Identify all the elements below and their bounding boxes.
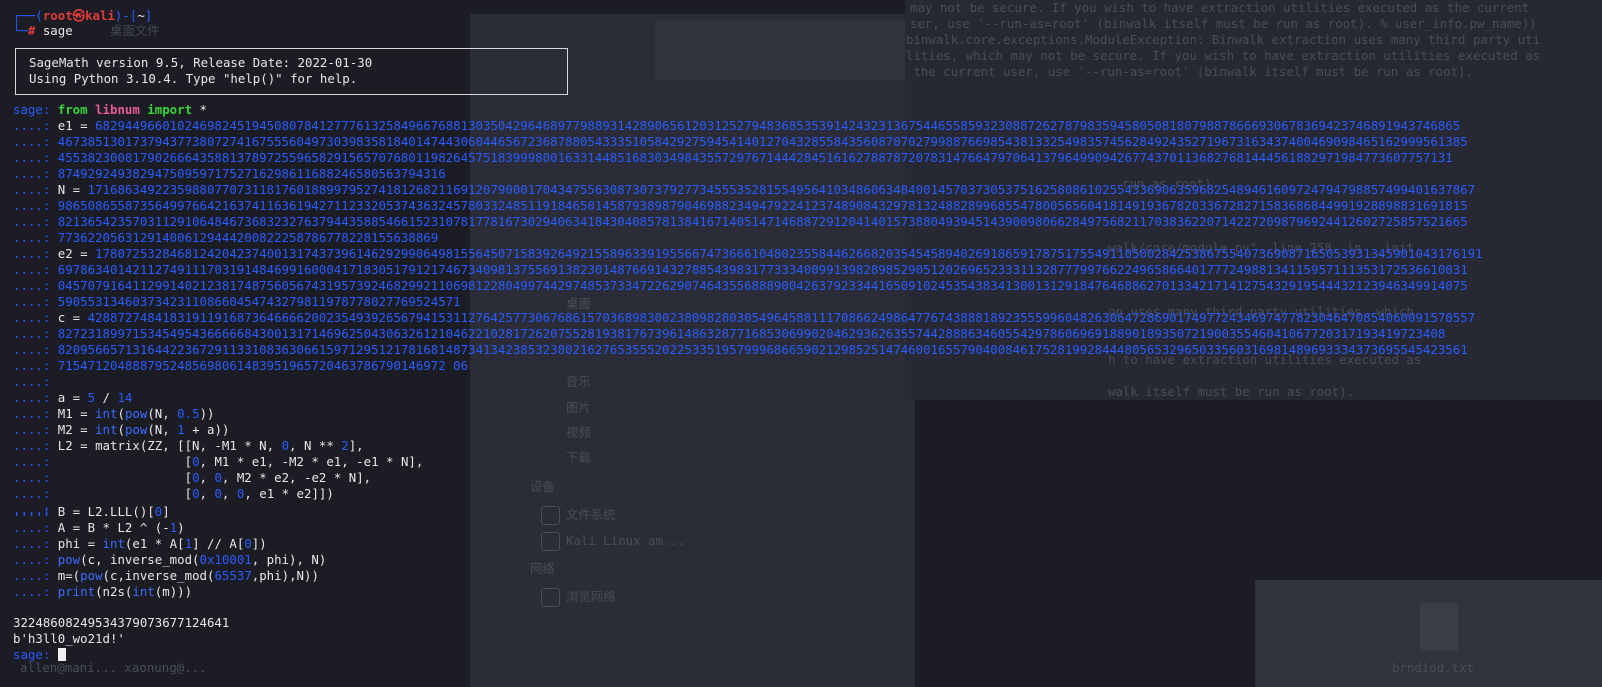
code-line-e2: ....: e2 = 17807253284681242042374001317…	[13, 246, 1483, 261]
terminal[interactable]: ┌──(root㉿kali)-[~] └─# sage 桌面文件 SageMat…	[0, 0, 1602, 687]
output-number: 32248608249534379073677124641	[13, 615, 230, 630]
banner-python: Using Python 3.10.4. Type "help()" for h…	[29, 71, 358, 86]
code-line-a: ....: a = 5 / 14	[13, 390, 133, 405]
code-line-m2: ....: M2 = int(pow(N, 1 + a))	[13, 422, 230, 437]
code-line-e2-cont: ....: 5905531346037342311086604547432798…	[13, 294, 461, 309]
prompt-user: root㉿kali	[42, 8, 115, 23]
code-line-pow: ....: pow(c, inverse_mod(0x10001, phi), …	[13, 552, 327, 567]
code-line-phi: ....: phi = int(e1 * A[1] // A[0])	[13, 536, 267, 551]
code-line-n-cont: ....: 8213654235703112910648467368323276…	[13, 214, 1468, 229]
code-line-n-cont: ....: 9865086558735649976642163741163619…	[13, 198, 1468, 213]
code-line-l2-row3: ....: [0, 0, M2 * e2, -e2 * N],	[13, 470, 372, 485]
code-line-print: ....: print(n2s(int(m)))	[13, 584, 193, 599]
code-line-c-cont: ....: 8272318997153454954366666843001317…	[13, 326, 1446, 341]
code-line-l2-row2: ....: [0, M1 * e1, -M2 * e1, -e1 * N],	[13, 454, 424, 469]
shell-prompt-line: ┌──(root㉿kali)-[~]	[13, 8, 153, 23]
code-line-import: sage: from libnum import *	[13, 102, 207, 117]
code-line-n: ....: N = 171686349223598807707311817601…	[13, 182, 1476, 197]
code-line-n-cont: ....: 7736220563129140061294442008222587…	[13, 230, 439, 245]
code-line-empty: ....:	[13, 374, 58, 389]
output-flag: b'h3ll0_wo21d!'	[13, 631, 125, 646]
code-line-a-inverse: ....: A = B * L2 ^ (-1)	[13, 520, 185, 535]
code-line-m1: ....: M1 = int(pow(N, 0.5))	[13, 406, 215, 421]
banner-version: SageMath version 9.5, Release Date: 2022…	[29, 55, 373, 70]
code-line-c-cont: ....: 7154712048887952485698061483951965…	[13, 358, 469, 373]
text-cursor	[57, 648, 66, 661]
code-line-m: ....: m=(pow(c,inverse_mod(65537,phi),N)…	[13, 568, 319, 583]
shell-command: sage	[42, 23, 73, 38]
sage-input-line[interactable]: sage:	[13, 647, 66, 663]
code-line-e1-cont: ....: 4553823008179026664358813789725596…	[13, 150, 1453, 165]
code-line-e2-cont: ....: 0457079164112991402123817487560567…	[13, 278, 1468, 293]
code-line-l2-row4: ....: [0, 0, 0, e1 * e2]])	[13, 486, 334, 501]
code-line-l2: ....: L2 = matrix(ZZ, [[N, -M1 * N, 0, N…	[13, 438, 364, 453]
code-line-e1-cont: ....: 8749292493829475095971752716298611…	[13, 166, 446, 181]
sage-banner: SageMath version 9.5, Release Date: 2022…	[15, 48, 568, 95]
code-line-e1: ....: e1 = 68294496601024698245194508078…	[13, 118, 1461, 133]
code-line-c-cont: ....: 8209566571316442236729113310836306…	[13, 342, 1468, 357]
code-line-b: ....: B = L2.LLL()[0]	[13, 504, 170, 519]
code-line-e1-cont: ....: 4673851301737943773807274167555604…	[13, 134, 1468, 149]
code-line-e2-cont: ....: 6978634014211274911170319148469916…	[13, 262, 1468, 277]
prompt-path: ~	[137, 8, 145, 23]
code-line-c: ....: c = 428872748418319119168736466662…	[13, 310, 1476, 325]
shell-command-line: └─# sage 桌面文件	[13, 23, 160, 38]
